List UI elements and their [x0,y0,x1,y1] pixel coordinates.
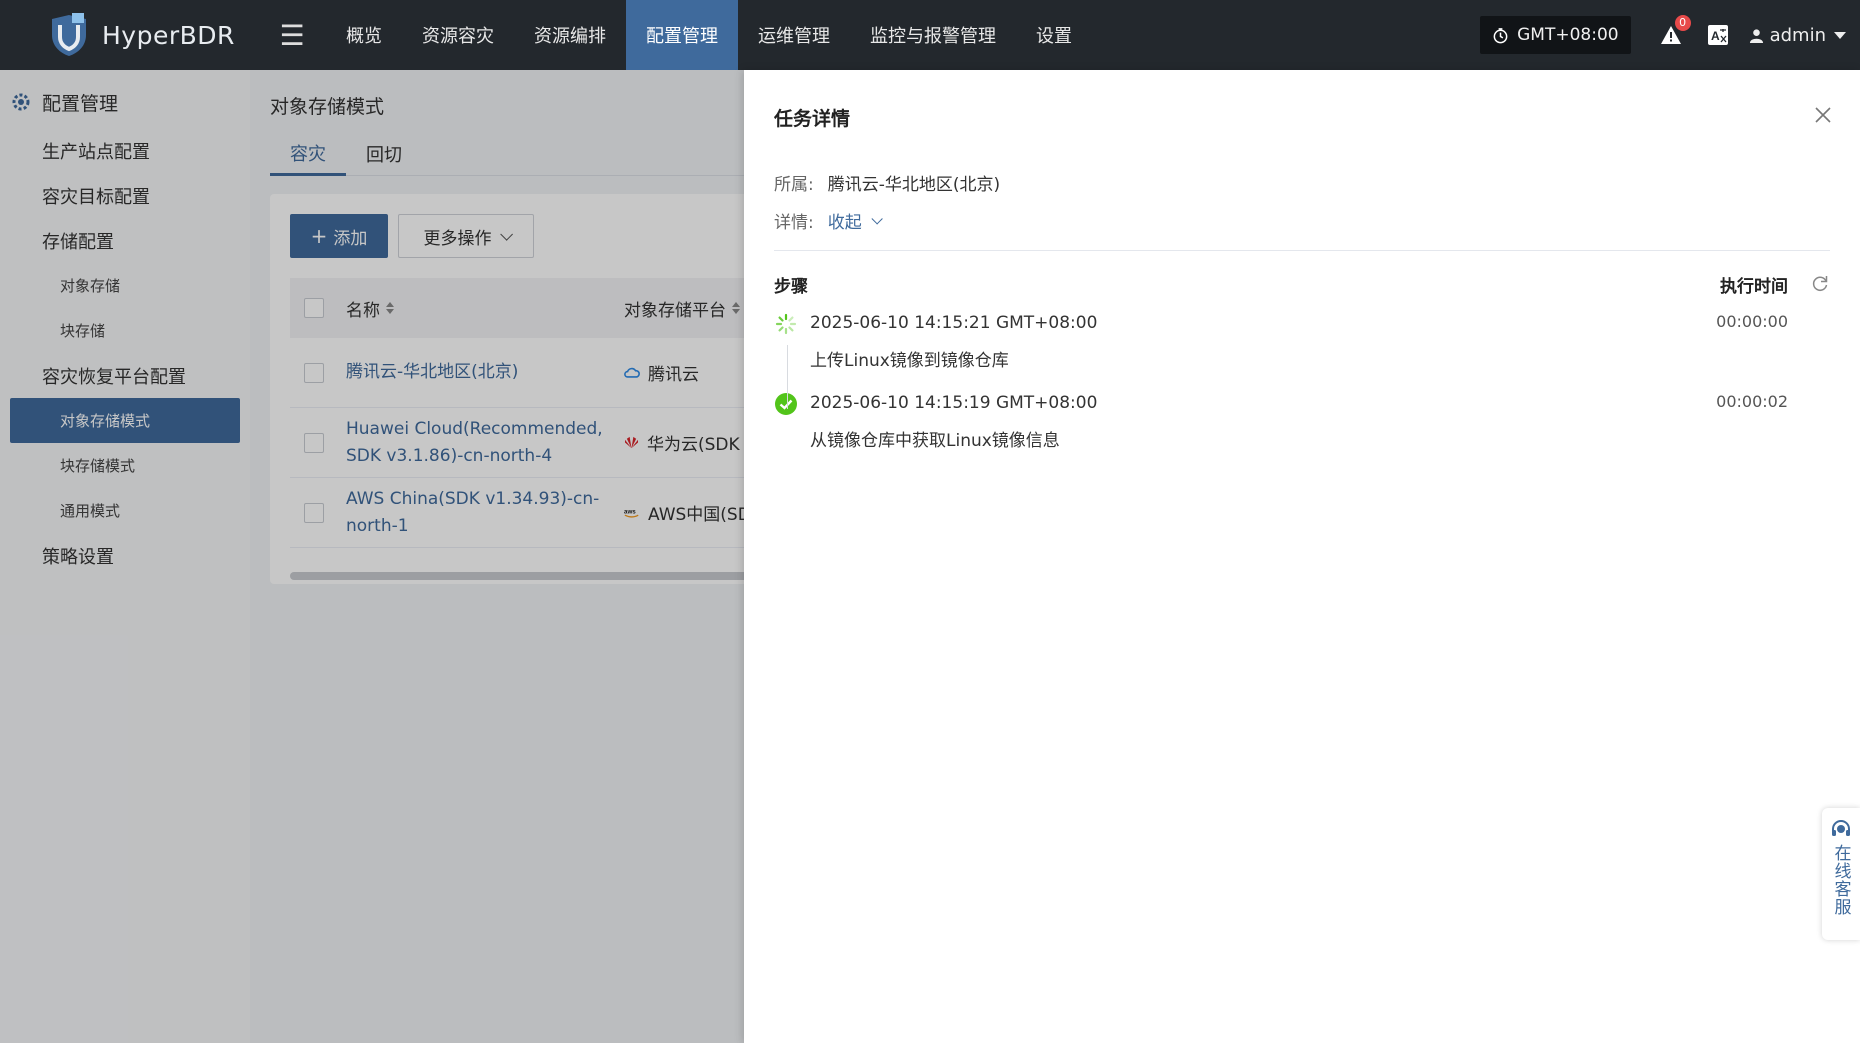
shield-logo-icon [52,13,86,56]
alert-count-badge: 0 [1674,15,1691,31]
step-time: 2025-06-10 14:15:21 GMT+08:00 [810,313,1098,333]
steps-label: 步骤 [774,276,808,297]
owner-label: 所属: [774,175,814,195]
online-support-label: 在线客服 [1830,844,1851,916]
app-logo[interactable]: HyperBDR [48,0,258,70]
main-nav: 概览 资源容灾 资源编排 配置管理 运维管理 监控与报警管理 设置 [326,0,1092,70]
language-icon[interactable]: A [1707,24,1729,46]
menu-toggle-icon[interactable]: ☰ [268,0,316,70]
chevron-up-icon [871,212,883,225]
chevron-down-icon [1834,31,1846,39]
user-menu[interactable]: admin [1749,25,1846,46]
timezone-label: GMT+08:00 [1517,25,1619,45]
detail-label: 详情: [774,213,814,233]
nav-orchestration[interactable]: 资源编排 [514,0,626,70]
refresh-icon[interactable] [1810,273,1830,293]
user-icon [1749,28,1763,43]
owner-row: 所属: 腾讯云-华北地区(北京) [774,170,1000,195]
top-bar: HyperBDR ☰ 概览 资源容灾 资源编排 配置管理 运维管理 监控与报警管… [0,0,1860,70]
user-name: admin [1769,24,1826,46]
headset-icon [1832,820,1850,836]
svg-text:A: A [1711,29,1720,43]
task-detail-drawer: 任务详情 所属: 腾讯云-华北地区(北京) 详情: 收起 步骤 执行时间 202… [744,70,1860,1043]
nav-monitoring[interactable]: 监控与报警管理 [850,0,1016,70]
step-time: 2025-06-10 14:15:19 GMT+08:00 [810,393,1098,413]
owner-value: 腾讯云-华北地区(北京) [827,175,1001,195]
success-check-icon [775,393,797,415]
loading-spinner-icon [775,313,797,335]
divider [774,250,1830,251]
step-description: 从镜像仓库中获取Linux镜像信息 [810,431,1060,451]
detail-row: 详情: 收起 [774,208,883,233]
clock-icon [1493,27,1508,43]
app-name: HyperBDR [102,20,235,50]
nav-overview[interactable]: 概览 [326,0,402,70]
step-duration: 00:00:00 [1716,312,1788,331]
online-support-button[interactable]: 在线客服 [1822,808,1860,940]
timezone-button[interactable]: GMT+08:00 [1480,16,1631,54]
nav-ops[interactable]: 运维管理 [738,0,850,70]
step-description: 上传Linux镜像到镜像仓库 [810,351,1009,371]
nav-settings[interactable]: 设置 [1016,0,1092,70]
exec-time-label: 执行时间 [1720,276,1788,297]
nav-resource-dr[interactable]: 资源容灾 [402,0,514,70]
steps-header: 步骤 执行时间 [774,266,1830,302]
step-duration: 00:00:02 [1716,392,1788,411]
close-icon[interactable] [1814,106,1832,124]
collapse-toggle[interactable]: 收起 [828,208,883,233]
top-right-tools: GMT+08:00 0 A admin [1480,0,1860,70]
step-timeline-line [787,345,788,409]
drawer-title: 任务详情 [774,108,851,130]
alert-button[interactable]: 0 [1657,15,1691,49]
nav-config[interactable]: 配置管理 [626,0,738,70]
modal-overlay[interactable] [0,70,744,1043]
